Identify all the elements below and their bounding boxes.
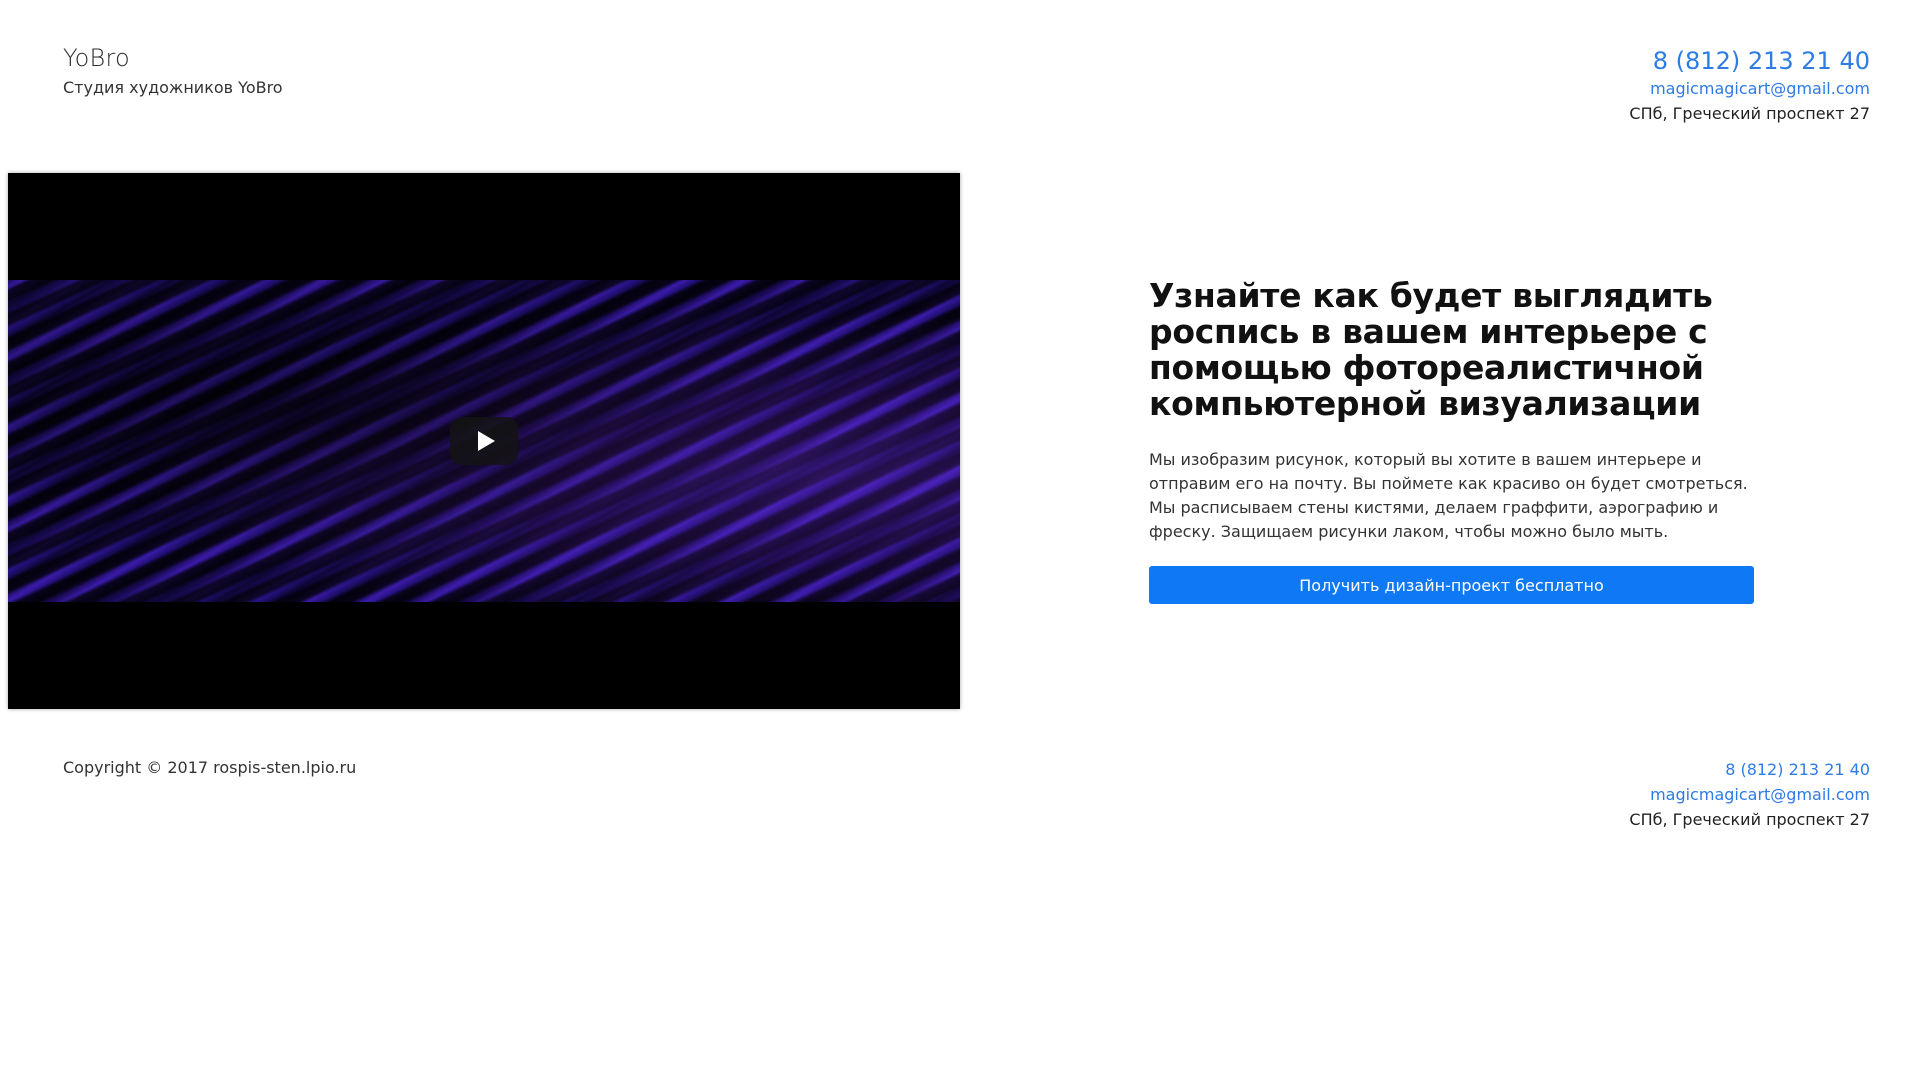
copyright: Copyright © 2017 rospis-sten.lpio.ru [63,758,357,777]
header-phone-link[interactable]: 8 (812) 213 21 40 [1629,46,1870,76]
brand-name: YoBro [63,44,130,72]
header-address: СПб, Греческий проспект 27 [1629,104,1870,123]
play-icon [477,431,495,451]
footer-phone-link[interactable]: 8 (812) 213 21 40 [1629,758,1870,782]
promo-section: Узнайте как будет выглядить роспись в ва… [1149,278,1769,604]
promo-text: Мы изобразим рисунок, который вы хотите … [1149,450,1748,541]
promo-title: Узнайте как будет выглядить роспись в ва… [1149,276,1713,423]
footer-contacts: 8 (812) 213 21 40 magicmagicart@gmail.co… [1629,758,1870,832]
footer-address: СПб, Греческий проспект 27 [1629,810,1870,829]
page: YoBro Студия художников YoBro 8 (812) 21… [0,0,1920,1080]
footer-email-link[interactable]: magicmagicart@gmail.com [1629,782,1870,808]
get-design-project-button[interactable]: Получить дизайн-проект бесплатно [1149,566,1754,604]
header-contacts: 8 (812) 213 21 40 magicmagicart@gmail.co… [1629,46,1870,126]
video-player[interactable] [8,173,960,709]
video-play-button[interactable] [450,417,518,465]
header-email-link[interactable]: magicmagicart@gmail.com [1629,76,1870,102]
brand-tagline: Студия художников YoBro [63,78,283,97]
